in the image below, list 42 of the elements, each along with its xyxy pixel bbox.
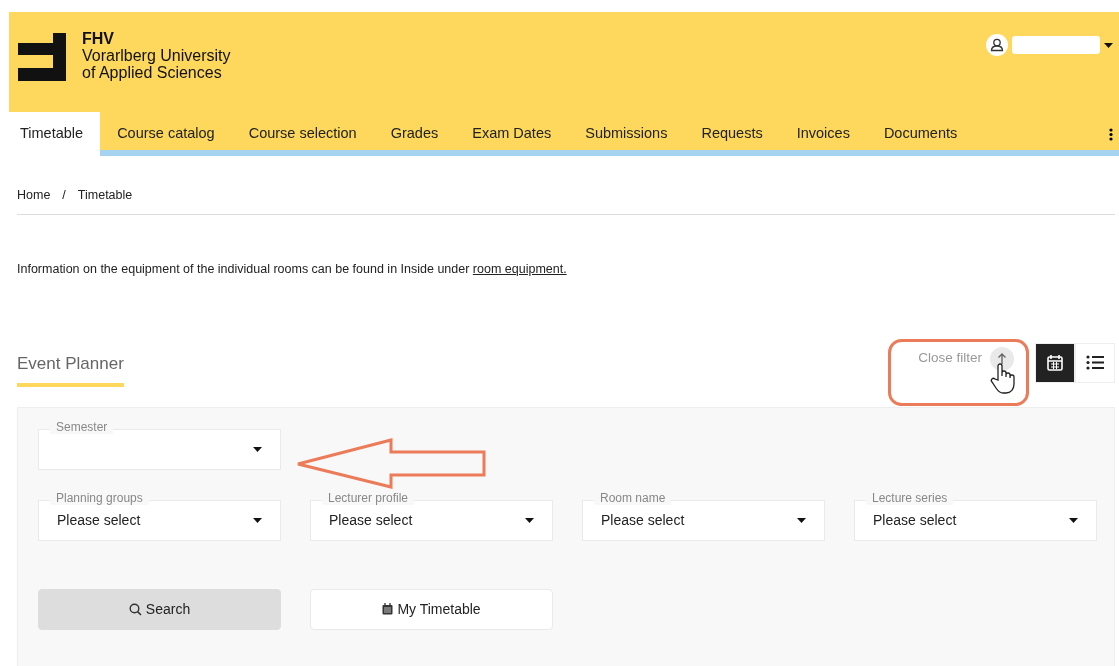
nav-tab[interactable]: Exam Dates xyxy=(455,112,569,156)
calendar-view-button[interactable] xyxy=(1035,342,1075,383)
more-icon[interactable] xyxy=(1109,127,1113,141)
arrow-up-icon xyxy=(990,346,1014,371)
calendar-icon xyxy=(382,603,394,615)
nav-tab[interactable]: Timetable xyxy=(9,112,101,156)
field-label: Semester xyxy=(50,419,114,434)
field-label: Lecturer profile xyxy=(322,490,415,505)
list-icon xyxy=(1086,355,1104,370)
my-timetable-button[interactable]: My Timetable xyxy=(310,588,553,630)
field-label: Room name xyxy=(594,490,672,505)
list-view-button[interactable] xyxy=(1075,342,1115,383)
search-button[interactable]: Search xyxy=(38,588,281,630)
logo-acronym: FHV xyxy=(82,30,115,47)
user-icon[interactable] xyxy=(986,34,1008,56)
nav-tab[interactable]: Grades xyxy=(373,112,456,156)
caret-icon xyxy=(525,517,534,523)
room-equipment-link[interactable]: room equipment. xyxy=(472,261,567,276)
hand-cursor-icon xyxy=(990,362,1018,394)
field-label: Lecture series xyxy=(866,490,954,505)
breadcrumb-link[interactable]: Home xyxy=(17,186,51,205)
calendar-icon xyxy=(1047,354,1063,371)
caret-icon xyxy=(1104,42,1113,48)
field-label: Planning groups xyxy=(50,490,149,505)
nav-tab[interactable]: Invoices xyxy=(779,112,867,156)
section-title: Event Planner xyxy=(17,351,124,387)
caret-icon xyxy=(797,517,806,523)
caret-icon xyxy=(253,446,262,452)
nav-tab[interactable]: Documents xyxy=(866,112,975,156)
caret-icon xyxy=(1069,517,1078,523)
breadcrumb-separator: / xyxy=(61,187,67,204)
logo-text: Vorarlberg University xyxy=(82,47,231,64)
logo-text: of Applied Sciences xyxy=(82,64,223,81)
nav-tab[interactable]: Course catalog xyxy=(100,112,232,156)
nav-tab[interactable]: Course selection xyxy=(231,112,374,156)
breadcrumb-link[interactable]: Timetable xyxy=(77,186,133,205)
nav-tab[interactable]: Submissions xyxy=(568,112,685,156)
nav-tab[interactable]: Requests xyxy=(684,112,780,156)
logo-icon xyxy=(18,33,66,81)
search-icon xyxy=(128,602,142,616)
caret-icon xyxy=(253,517,262,523)
info-text: Information on the equipment of the individual rooms can be found in Inside under room equipment. xyxy=(17,260,568,278)
